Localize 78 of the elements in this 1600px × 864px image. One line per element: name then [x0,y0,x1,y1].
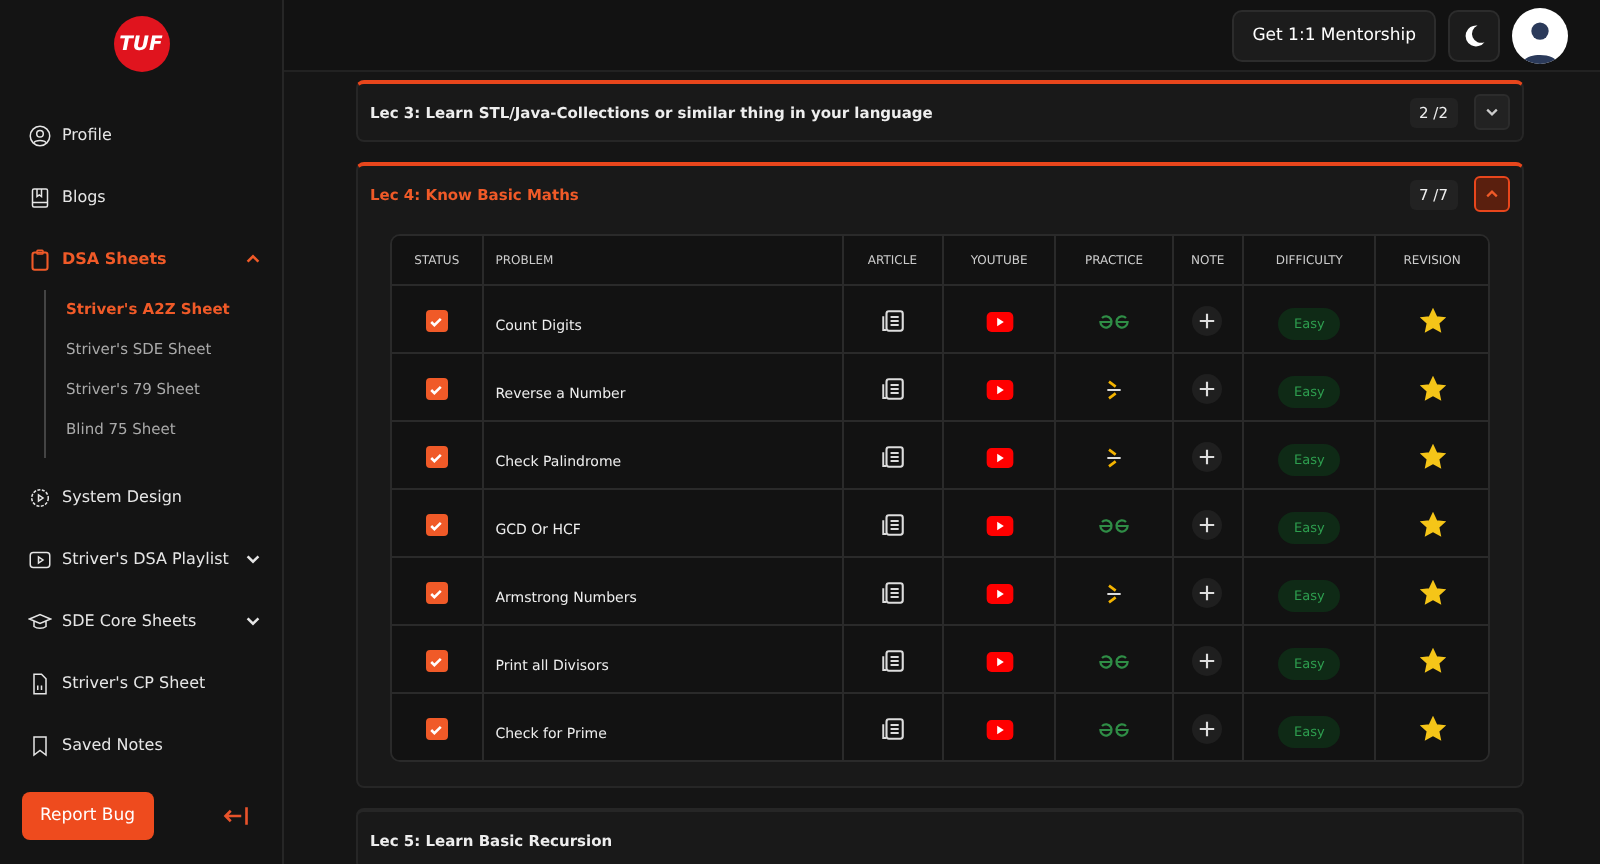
checkmark-icon [428,449,445,466]
youtube-icon[interactable] [985,379,1014,400]
star-icon[interactable] [1419,376,1446,403]
expand-toggle-button[interactable] [1474,94,1510,130]
plus-icon [1198,448,1217,467]
add-note-button[interactable] [1192,306,1223,337]
youtube-icon[interactable] [985,515,1014,536]
article-icon[interactable] [879,716,906,743]
star-icon[interactable] [1419,648,1446,675]
file-icon [28,671,52,695]
youtube-icon[interactable] [985,651,1014,672]
clipboard-icon [28,247,52,271]
add-note-button[interactable] [1192,374,1223,405]
chevron-icon [1484,186,1500,202]
star-icon[interactable] [1419,716,1446,743]
article-icon[interactable] [879,376,906,403]
sidebar-item[interactable]: Saved Notes [0,714,282,776]
sidebar-item[interactable]: Blogs [0,166,282,228]
mentorship-button[interactable]: Get 1:1 Mentorship [1232,9,1436,61]
youtube-icon[interactable] [985,311,1014,332]
status-checkbox[interactable] [425,582,448,605]
article-icon[interactable] [879,444,906,471]
status-checkbox[interactable] [425,446,448,469]
article-icon[interactable] [879,580,906,607]
article-icon[interactable] [879,308,906,335]
sidebar-item[interactable]: Striver's CP Sheet [0,652,282,714]
add-note-button[interactable] [1192,442,1223,473]
practice-link-icon[interactable] [1104,377,1125,402]
report-bug-button[interactable]: Report Bug [22,792,153,840]
checkmark-icon [428,721,445,738]
plus-icon [1198,584,1217,603]
status-checkbox[interactable] [425,718,448,741]
avatar[interactable] [1512,7,1568,63]
status-checkbox[interactable] [425,514,448,537]
checkmark-icon [428,381,445,398]
youtube-icon[interactable] [985,719,1014,740]
add-note-button[interactable] [1192,714,1223,745]
checkmark-icon [428,585,445,602]
play-icon [28,547,52,571]
sidebar-item[interactable]: DSA Sheets [0,228,282,290]
moon-icon [1460,21,1488,49]
checkmark-icon [428,653,445,670]
plus-icon [1198,516,1217,535]
plus-icon [1198,720,1217,739]
cap-icon [28,609,52,633]
star-icon[interactable] [1419,512,1446,539]
youtube-icon[interactable] [985,583,1014,604]
sidebar-item[interactable]: Striver's DSA Playlist [0,528,282,590]
tuf-logo[interactable]: TUF [113,16,169,72]
sidebar-item[interactable]: SDE Core Sheets [0,590,282,652]
add-note-button[interactable] [1192,510,1223,541]
collapse-sidebar-icon[interactable] [222,802,250,830]
practice-link-icon[interactable] [1104,445,1125,470]
article-icon[interactable] [879,648,906,675]
practice-link-icon[interactable] [1104,581,1125,606]
checkmark-icon [428,313,445,330]
status-checkbox[interactable] [425,650,448,673]
add-note-button[interactable] [1192,578,1223,609]
plus-icon [1198,652,1217,671]
youtube-icon[interactable] [985,447,1014,468]
user-icon [28,123,52,147]
star-icon[interactable] [1419,308,1446,335]
bookmark-icon [28,733,52,757]
article-icon[interactable] [879,512,906,539]
checkmark-icon [428,517,445,534]
sidebar-item[interactable]: Profile [0,104,282,166]
status-checkbox[interactable] [425,378,448,401]
plus-icon [1198,380,1217,399]
plus-icon [1198,312,1217,331]
theme-toggle-button[interactable] [1448,9,1500,61]
status-checkbox[interactable] [425,310,448,333]
chevron-icon [1484,104,1500,120]
star-icon[interactable] [1419,580,1446,607]
add-note-button[interactable] [1192,646,1223,677]
book-icon [28,185,52,209]
star-icon[interactable] [1419,444,1446,471]
sidebar-item[interactable]: System Design [0,466,282,528]
expand-toggle-button[interactable] [1474,176,1510,212]
